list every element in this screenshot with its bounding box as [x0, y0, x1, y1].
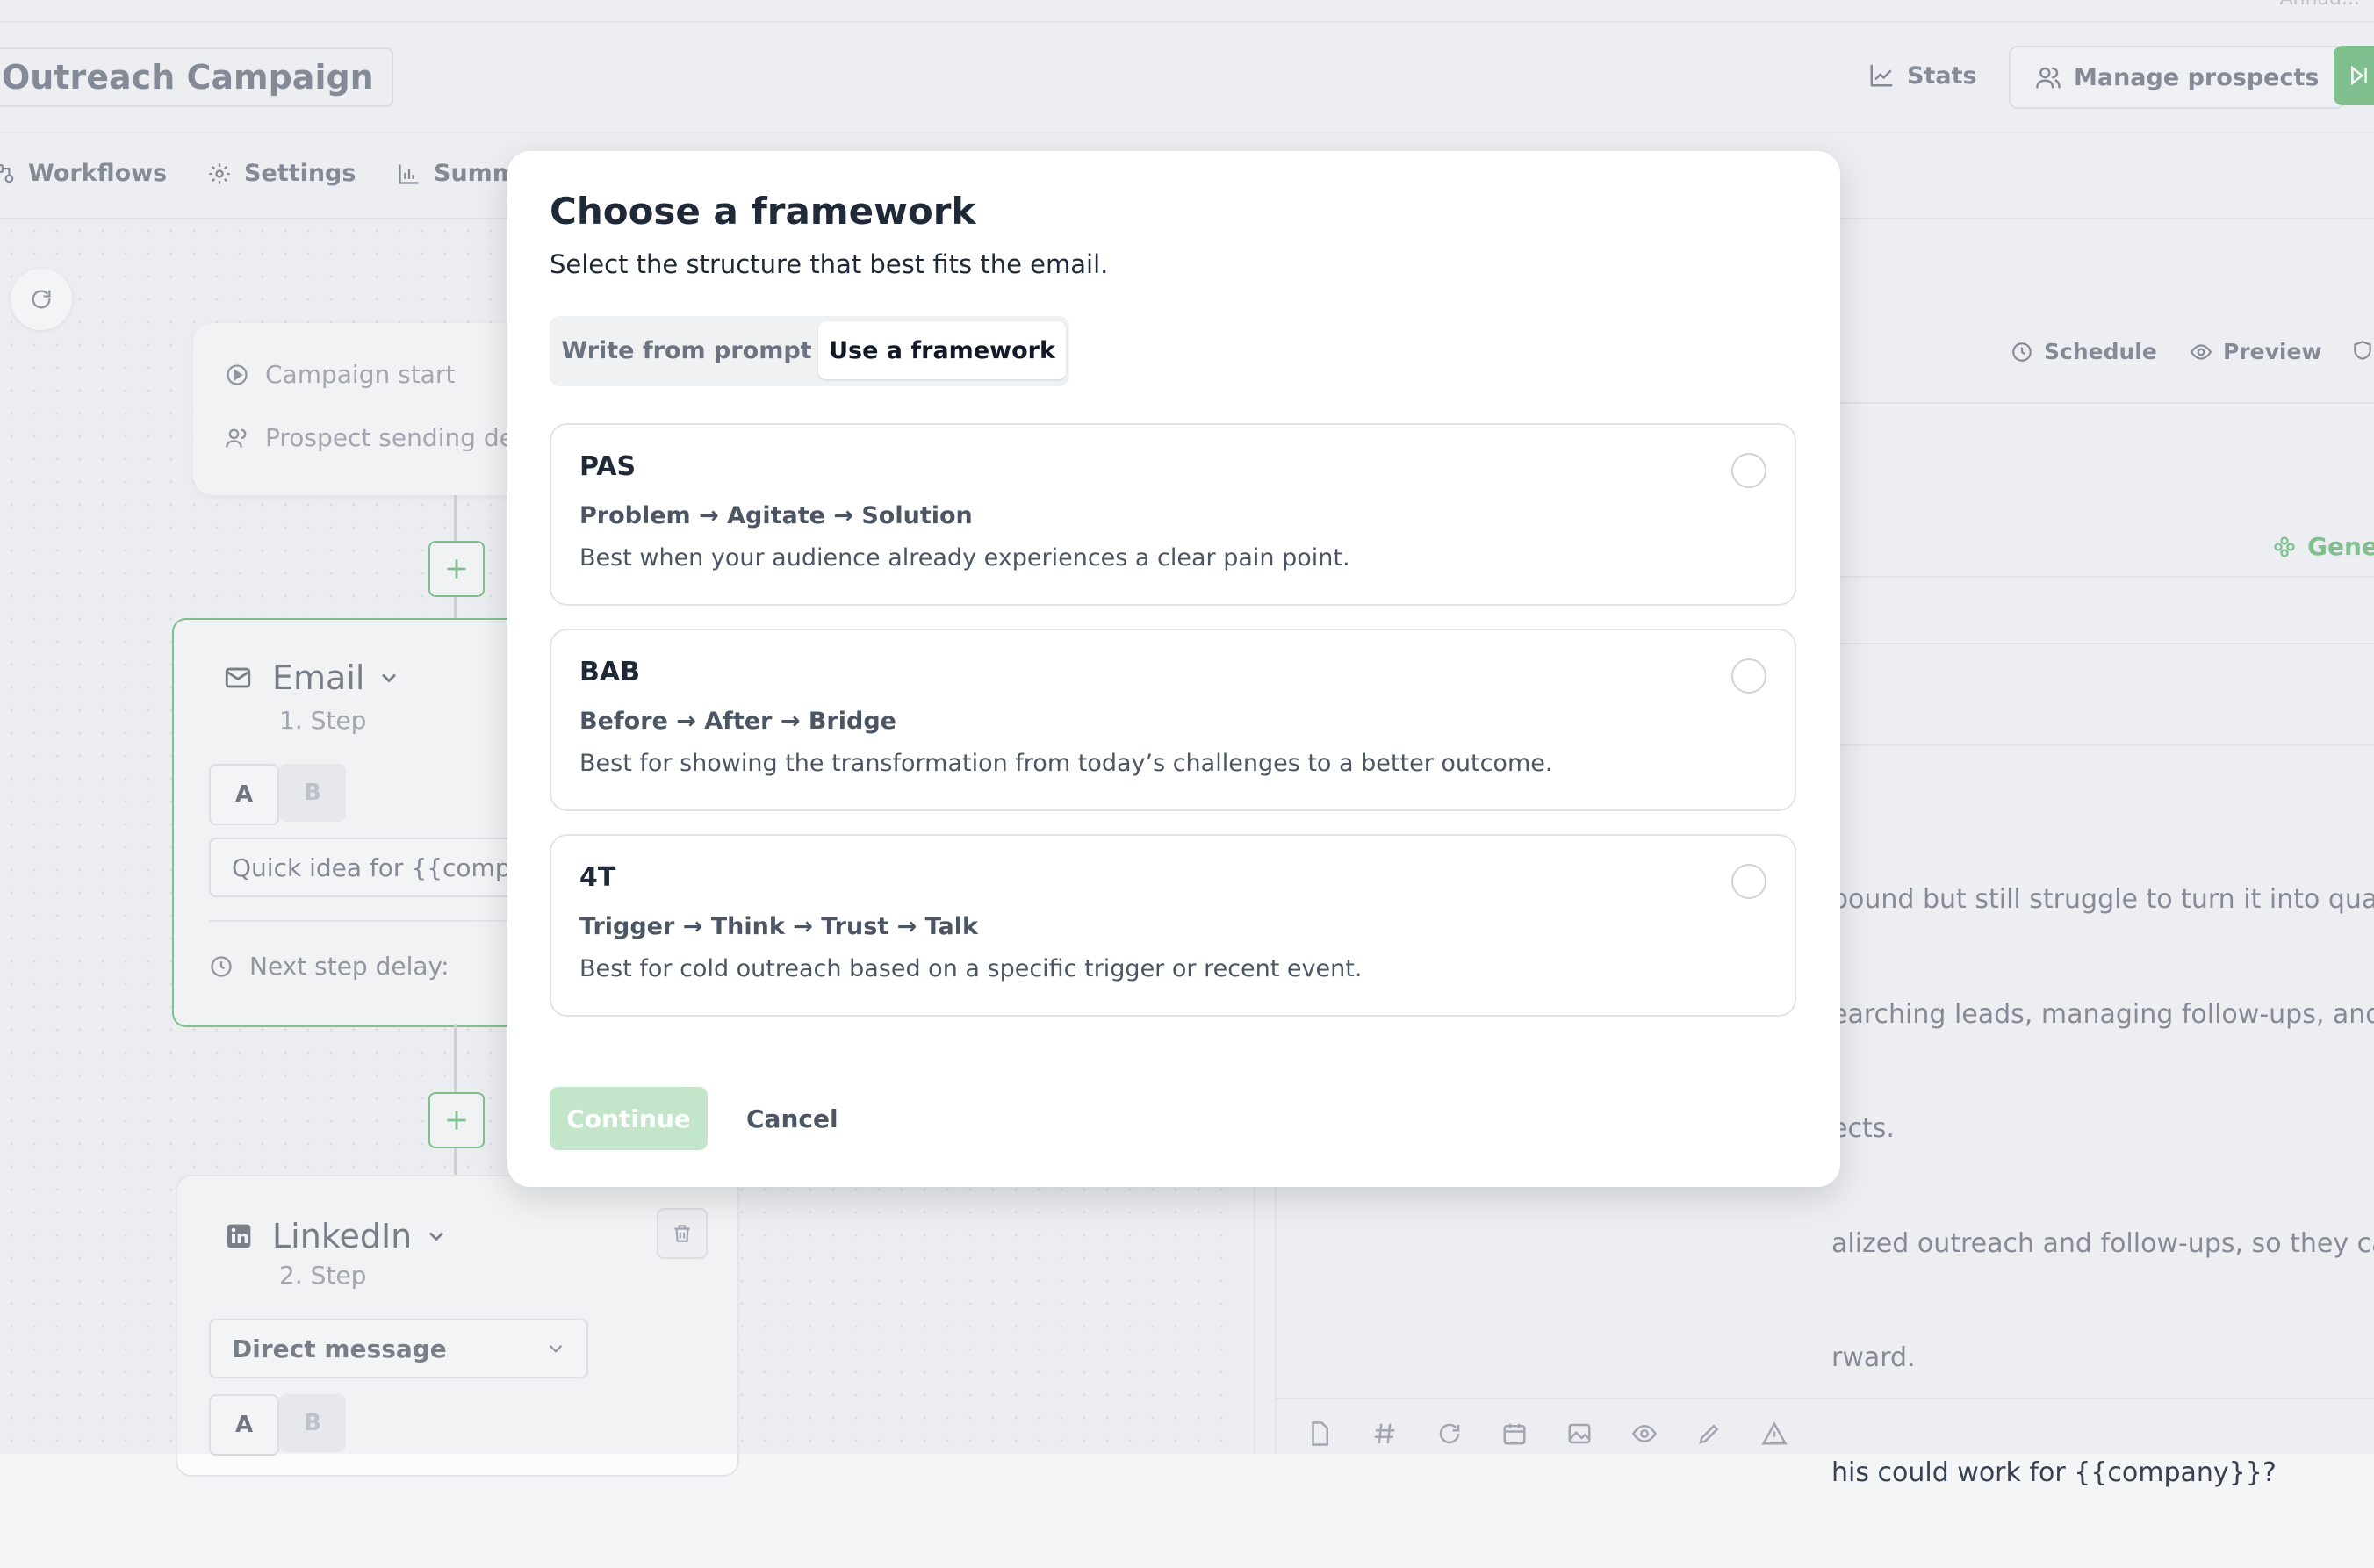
dialog-title: Choose a framework: [550, 190, 976, 233]
framework-radio[interactable]: [1731, 453, 1766, 488]
framework-steps: Trigger → Think → Trust → Talk: [579, 913, 978, 940]
framework-name: 4T: [579, 862, 616, 893]
tab-use-a-framework[interactable]: Use a framework: [818, 321, 1066, 379]
continue-button[interactable]: Continue: [550, 1087, 708, 1150]
framework-steps: Before → After → Bridge: [579, 708, 896, 735]
framework-option-4t[interactable]: 4T Trigger → Think → Trust → Talk Best f…: [550, 834, 1796, 1017]
framework-steps: Problem → Agitate → Solution: [579, 502, 973, 529]
framework-name: PAS: [579, 451, 637, 482]
body-line: his could work for {{company}}?: [1831, 1457, 2277, 1488]
dialog-subtitle: Select the structure that best fits the …: [550, 249, 1109, 279]
framework-description: Best for showing the transformation from…: [579, 750, 1553, 777]
framework-option-pas[interactable]: PAS Problem → Agitate → Solution Best wh…: [550, 423, 1796, 606]
choose-framework-dialog: Choose a framework Select the structure …: [507, 151, 1840, 1187]
framework-name: BAB: [579, 657, 640, 687]
framework-description: Best for cold outreach based on a specif…: [579, 955, 1363, 982]
framework-radio[interactable]: [1731, 864, 1766, 899]
framework-radio[interactable]: [1731, 658, 1766, 694]
cancel-button[interactable]: Cancel: [746, 1087, 838, 1150]
framework-option-bab[interactable]: BAB Before → After → Bridge Best for sho…: [550, 629, 1796, 811]
mode-tabs: Write from prompt Use a framework: [550, 316, 1069, 386]
tab-write-from-prompt[interactable]: Write from prompt: [555, 321, 818, 379]
framework-description: Best when your audience already experien…: [579, 544, 1350, 572]
